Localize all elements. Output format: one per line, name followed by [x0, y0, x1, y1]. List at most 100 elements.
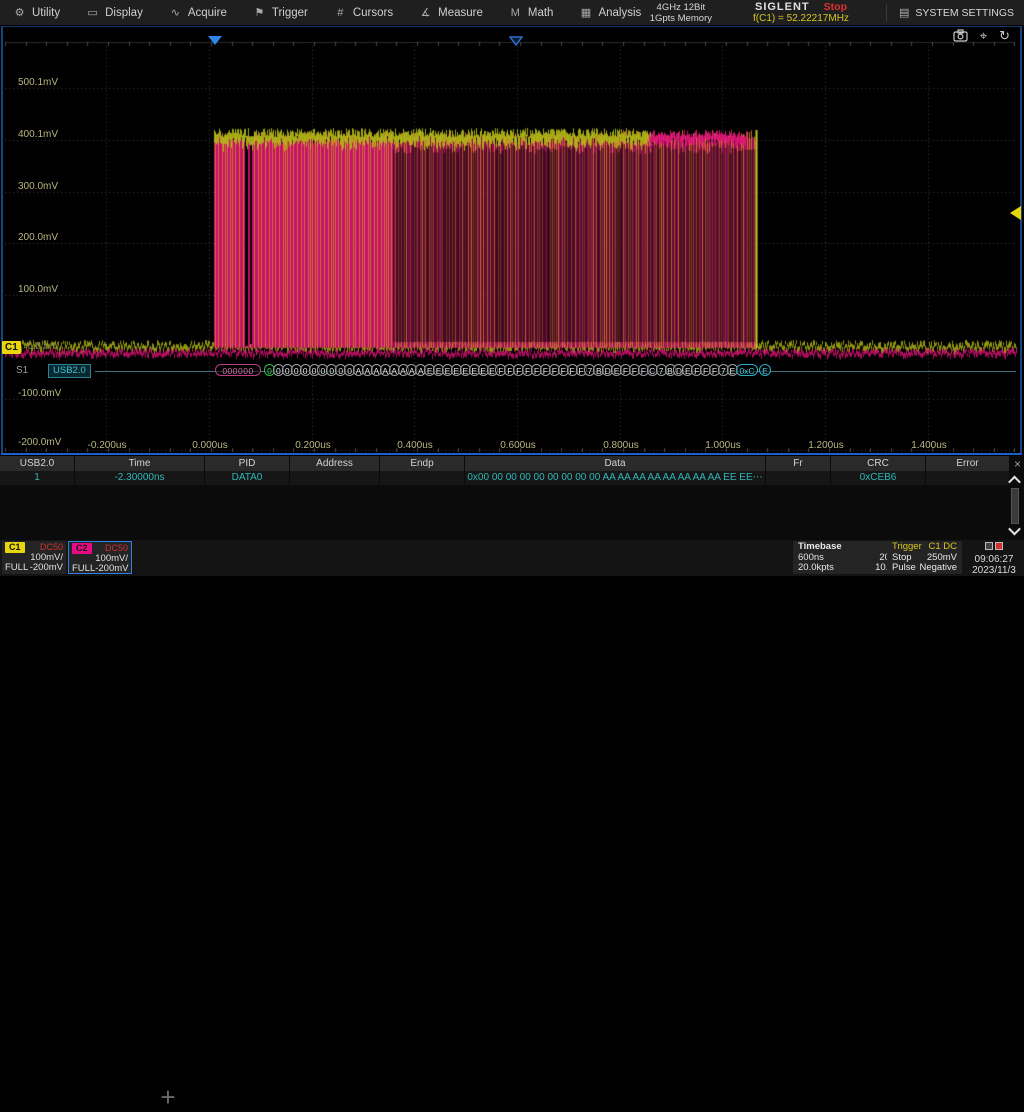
x-axis-label: 1.400us — [911, 440, 947, 451]
scope-corner-toolbar: ⌖ ↻ — [953, 29, 1010, 43]
decode-table-header-row: USB2.0TimePIDAddressEndpDataFrCRCError — [0, 456, 1010, 471]
trigger-title: Trigger — [892, 542, 922, 553]
y-axis-label: 200.0mV — [18, 232, 58, 243]
top-menu-bar: ⚙Utility▭Display∿Acquire⚑Trigger#Cursors… — [0, 0, 1024, 26]
menu-item-trigger[interactable]: ⚑Trigger — [240, 0, 321, 25]
table-header-error[interactable]: Error — [926, 456, 1010, 471]
menu-item-utility[interactable]: ⚙Utility — [0, 0, 73, 25]
acquisition-state: Stop — [824, 2, 847, 13]
x-axis-label: -0.200us — [88, 440, 127, 451]
table-cell: 0x00 00 00 00 00 00 00 00 00 AA AA AA AA… — [465, 471, 766, 485]
table-cell: 0xCEB6 — [831, 471, 926, 485]
add-channel-button[interactable]: + — [148, 1084, 188, 1112]
menu-item-display[interactable]: ▭Display — [73, 0, 156, 25]
menu-item-math[interactable]: MMath — [496, 0, 567, 25]
channel-coupling: DC50 — [105, 543, 128, 554]
channel-bandwidth: FULL — [5, 563, 28, 574]
decode-result-table: USB2.0TimePIDAddressEndpDataFrCRCError 1… — [0, 456, 1024, 540]
network-status-icon[interactable] — [985, 542, 1003, 551]
scroll-up-button[interactable] — [1006, 472, 1022, 488]
table-cell — [766, 471, 831, 485]
table-cell — [926, 471, 1010, 485]
channel-box-c2[interactable]: C2 DC50 100mV/ FULL -200mV — [68, 541, 132, 574]
table-cell: -2.30000ns — [75, 471, 205, 485]
trigger-icon: ⚑ — [253, 6, 266, 19]
frequency-counter: f(C1) = 52.22217MHz — [726, 13, 876, 24]
trigger-source: C1 DC — [928, 542, 957, 553]
timebase-title: Timebase — [798, 542, 842, 553]
y-axis-label: -200.0mV — [18, 437, 61, 448]
channel1-zero-label: 0.0 mV — [27, 341, 59, 352]
table-close-icon[interactable]: × — [1014, 458, 1021, 470]
table-header-address[interactable]: Address — [290, 456, 380, 471]
x-axis-label: 0.000us — [192, 440, 228, 451]
channel-box-c1[interactable]: C1 DC50 100mV/ FULL -200mV — [2, 541, 66, 574]
system-settings-button[interactable]: ▤ SYSTEM SETTINGS — [886, 4, 1024, 22]
table-header-crc[interactable]: CRC — [831, 456, 926, 471]
display-icon: ▭ — [86, 6, 99, 19]
y-axis-label: -100.0mV — [18, 388, 61, 399]
channel-offset: -200mV — [95, 564, 128, 575]
x-axis-label: 0.600us — [500, 440, 536, 451]
waveform-canvas[interactable] — [1, 26, 1020, 453]
bandwidth-label: 4GHz 12Bit — [650, 2, 712, 13]
table-header-data[interactable]: Data — [465, 456, 766, 471]
serial-decode-label: S1 — [16, 365, 28, 376]
clock-time: 09:06:27 — [964, 554, 1024, 565]
y-axis-label: 100.0mV — [18, 284, 58, 295]
system-settings-icon: ▤ — [899, 6, 909, 19]
table-header-time[interactable]: Time — [75, 456, 205, 471]
channel1-zero-marker[interactable]: C1 — [2, 341, 21, 354]
decode-table-data-row[interactable]: 1-2.30000nsDATA0 0x00 00 00 00 00 00 00 0… — [0, 471, 1010, 485]
table-cell — [290, 471, 380, 485]
menu-item-acquire[interactable]: ∿Acquire — [156, 0, 240, 25]
scrollbar-track[interactable] — [1011, 488, 1019, 524]
y-axis-label: 500.1mV — [18, 77, 58, 88]
channel-offset: -200mV — [30, 563, 63, 574]
decode-crc-bubble: 0xC — [736, 364, 758, 376]
channel-chip: C1 — [5, 542, 25, 553]
trigger-position-marker[interactable] — [208, 36, 222, 45]
x-axis-label: 0.800us — [603, 440, 639, 451]
trigger-level-arrow[interactable] — [1010, 206, 1021, 220]
utility-icon: ⚙ — [13, 6, 26, 19]
math-icon: M — [509, 7, 522, 19]
table-cell: 1 — [0, 471, 75, 485]
trigger-type: Pulse — [892, 563, 916, 574]
screenshot-camera-icon[interactable] — [953, 29, 968, 42]
table-header-endp[interactable]: Endp — [380, 456, 465, 471]
menu-list: ⚙Utility▭Display∿Acquire⚑Trigger#Cursors… — [0, 0, 654, 25]
clock-date: 2023/11/3 — [964, 565, 1024, 576]
trigger-box[interactable]: Trigger C1 DC Stop 250mV Pulse Negative — [887, 541, 962, 574]
cursors-icon: # — [334, 7, 347, 19]
x-axis-label: 0.400us — [397, 440, 433, 451]
delay-position-marker[interactable] — [509, 36, 523, 46]
menu-item-measure[interactable]: ∡Measure — [406, 0, 496, 25]
grid-bottom-border — [1, 453, 1022, 455]
decode-crc-bubble: E — [759, 364, 771, 376]
y-axis-label: 400.1mV — [18, 129, 58, 140]
memory-label: 1Gpts Memory — [650, 13, 712, 24]
bus-type-badge[interactable]: USB2.0 — [48, 364, 91, 378]
move-crosshair-icon[interactable]: ⌖ — [980, 29, 987, 43]
scroll-down-button[interactable] — [1006, 522, 1022, 538]
analysis-icon: ▦ — [579, 6, 592, 19]
y-axis-label: 300.0mV — [18, 181, 58, 192]
x-axis-label: 1.000us — [705, 440, 741, 451]
table-cell: DATA0 — [205, 471, 290, 485]
x-axis-label: 0.200us — [295, 440, 331, 451]
x-axis-label: 1.200us — [808, 440, 844, 451]
table-header-pid[interactable]: PID — [205, 456, 290, 471]
brand-block: SIGLENT Stop f(C1) = 52.22217MHz — [726, 2, 876, 24]
decode-pid-bubble: 000000 — [215, 364, 261, 376]
table-header-fr[interactable]: Fr — [766, 456, 831, 471]
scope-capabilities: 4GHz 12Bit 1Gpts Memory — [650, 2, 712, 24]
table-header-usb20[interactable]: USB2.0 — [0, 456, 75, 471]
acquire-icon: ∿ — [169, 6, 182, 19]
channel-bandwidth: FULL — [72, 564, 95, 575]
table-scrollbar — [1006, 472, 1022, 538]
menu-item-cursors[interactable]: #Cursors — [321, 0, 406, 25]
menu-item-analysis[interactable]: ▦Analysis — [566, 0, 654, 25]
oscilloscope-screen: ⚙Utility▭Display∿Acquire⚑Trigger#Cursors… — [0, 0, 1024, 576]
refresh-rotate-icon[interactable]: ↻ — [999, 29, 1010, 43]
